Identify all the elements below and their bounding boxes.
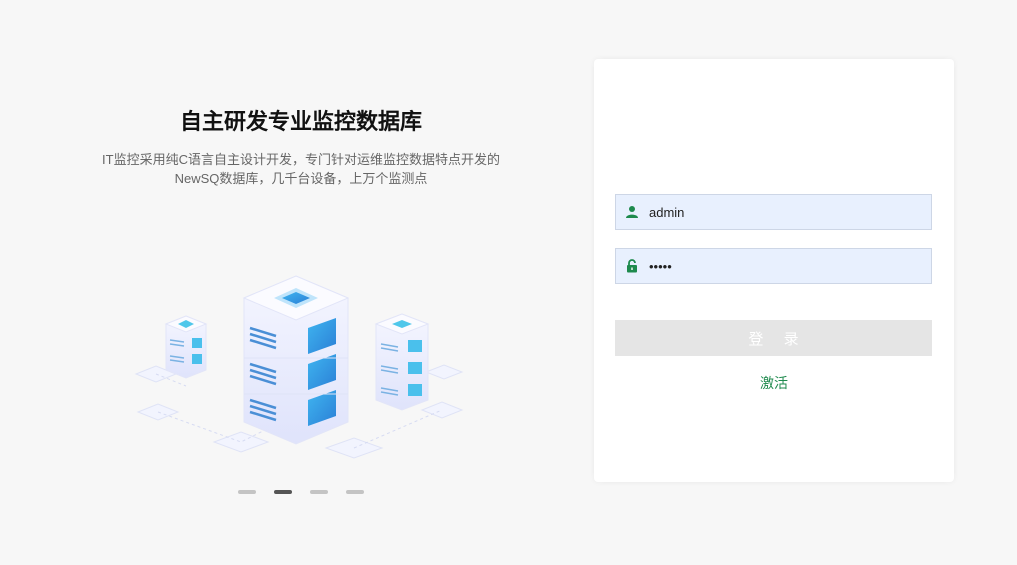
hero-title: 自主研发专业监控数据库 (179, 109, 422, 134)
carousel-dot-4[interactable] (346, 490, 364, 494)
username-field[interactable] (615, 194, 932, 230)
carousel-dot-1[interactable] (238, 490, 256, 494)
server-stack-illustration (134, 275, 464, 459)
carousel-dot-3[interactable] (310, 490, 328, 494)
carousel-dots (238, 490, 364, 494)
server-center (242, 275, 350, 445)
server-left (164, 315, 208, 379)
server-right (374, 313, 430, 411)
carousel-dot-2[interactable] (274, 490, 292, 494)
activate-link[interactable]: 激活 (594, 373, 954, 393)
password-input[interactable] (649, 249, 919, 283)
login-card: 登 录 激活 (594, 59, 954, 482)
password-field[interactable] (615, 248, 932, 284)
username-input[interactable] (649, 195, 919, 229)
lock-icon (627, 259, 637, 273)
login-button[interactable]: 登 录 (615, 320, 932, 356)
hero-description-line-2: NewSQ数据库，几千台设备，上万个监测点 (174, 171, 428, 186)
user-icon (626, 206, 638, 218)
hero-description: IT监控采用纯C语言自主设计开发，专门针对运维监控数据特点开发的 NewSQ数据… (96, 150, 506, 188)
hero-description-line-1: IT监控采用纯C语言自主设计开发，专门针对运维监控数据特点开发的 (102, 152, 500, 167)
